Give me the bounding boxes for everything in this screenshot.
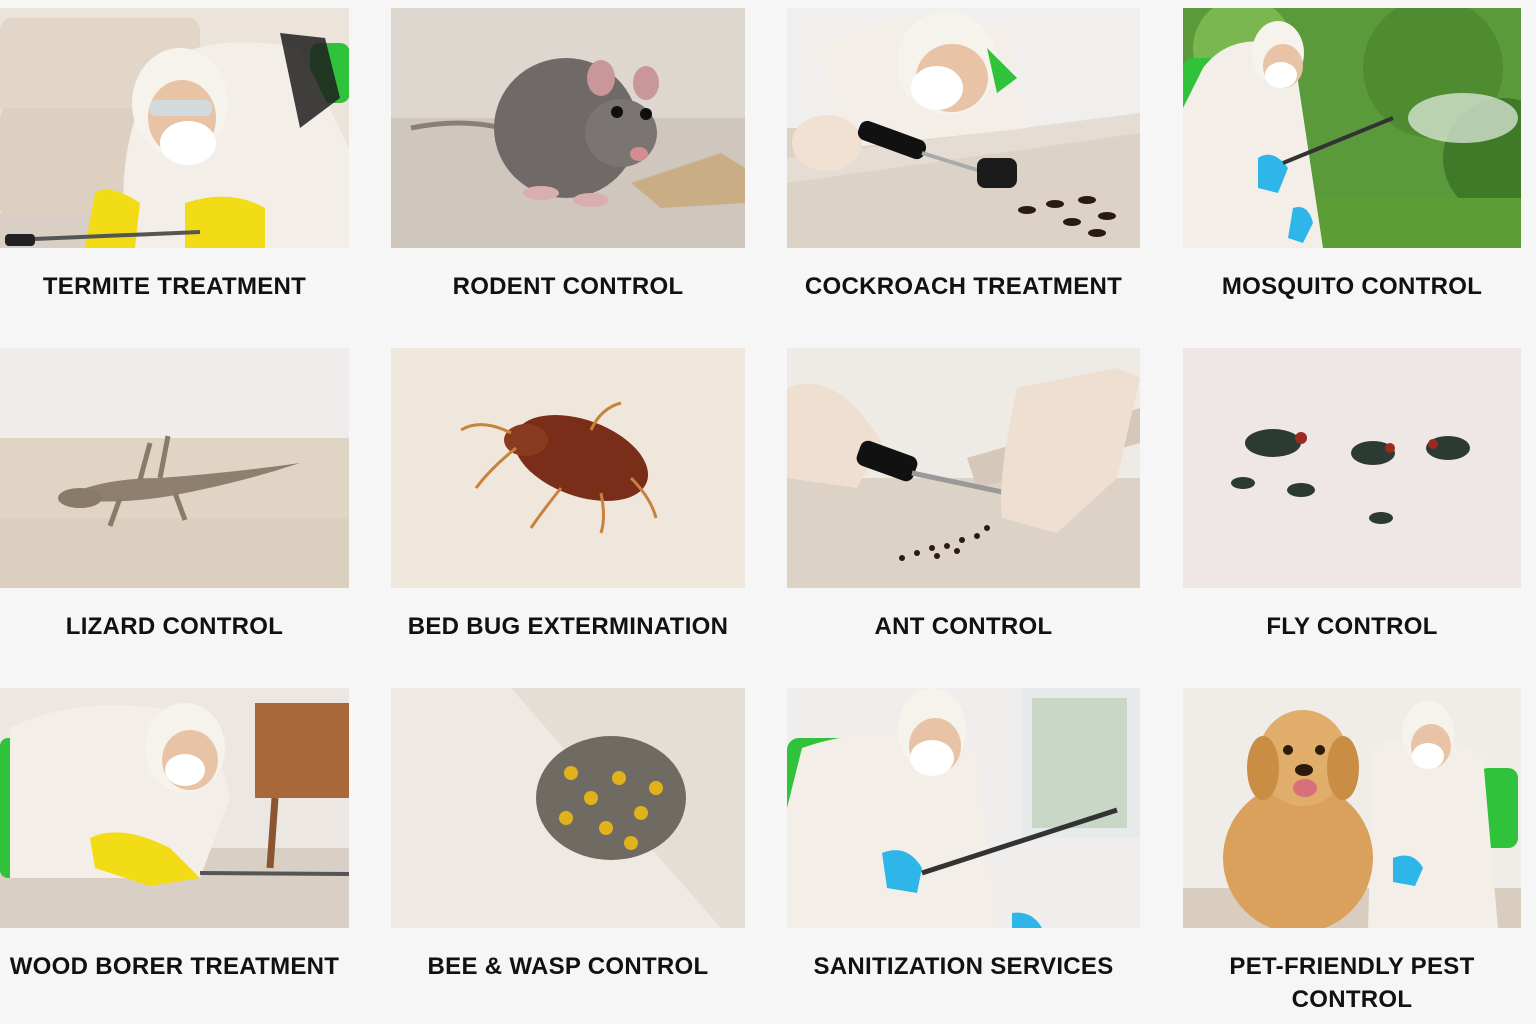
service-label: WOOD BORER TREATMENT [9,953,340,980]
service-label: COCKROACH TREATMENT [804,273,1123,300]
fly-control-photo [1183,348,1521,588]
bed-bug-extermination-photo [391,348,745,588]
service-label: TERMITE TREATMENT [42,273,307,300]
service-label: MOSQUITO CONTROL [1221,273,1483,300]
service-label: BEE & WASP CONTROL [427,953,709,980]
rodent-control-photo [391,8,745,248]
service-label: SANITIZATION SERVICES [813,953,1114,980]
lizard-control-photo [0,348,349,588]
wood-borer-treatment-photo [0,688,349,928]
cockroach-treatment-photo [787,8,1140,248]
service-label: LIZARD CONTROL [65,613,284,640]
service-label: ANT CONTROL [874,613,1053,640]
ant-control-photo [787,348,1140,588]
service-label: PET-FRIENDLY PEST CONTROL [1229,953,1475,1013]
service-label: FLY CONTROL [1266,613,1438,640]
service-label: BED BUG EXTERMINATION [407,613,729,640]
bee-wasp-control-photo [391,688,745,928]
sanitization-services-photo [787,688,1140,928]
mosquito-control-photo [1183,8,1521,248]
services-grid: TERMITE TREATMENT RODENT CONTROL COCKROA… [0,0,1536,1024]
service-label: RODENT CONTROL [452,273,684,300]
termite-treatment-photo [0,8,349,248]
pet-friendly-pest-control-photo [1183,688,1521,928]
